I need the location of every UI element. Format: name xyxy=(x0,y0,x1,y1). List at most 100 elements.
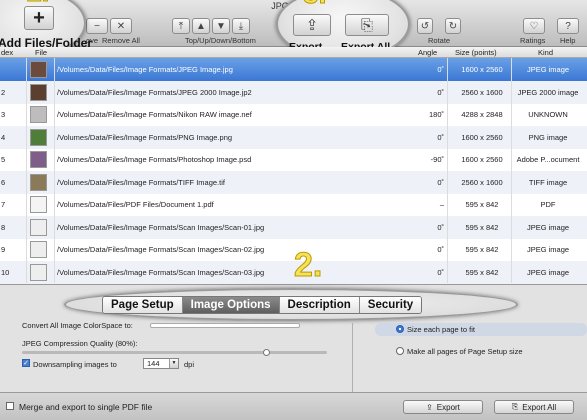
rotate-left-icon: ↺ xyxy=(420,20,430,32)
export-toolbar-button[interactable]: ⇪ xyxy=(293,14,331,36)
file-thumbnail xyxy=(30,173,47,191)
file-angle: 0˚ xyxy=(437,87,444,97)
move-down-button[interactable]: ▼ xyxy=(212,18,230,34)
file-size: 595 x 842 xyxy=(465,222,499,232)
header-kind[interactable]: Kind xyxy=(538,48,553,57)
callout-number-two: 2. xyxy=(293,246,323,284)
tab-description[interactable]: Description xyxy=(279,297,360,313)
file-kind: JPEG image xyxy=(526,65,570,74)
row-index: 8 xyxy=(1,222,6,232)
file-path: /Volumes/Data/Files/PDF Files/Document 1… xyxy=(57,200,214,209)
options-tabs: Page Setup Image Options Description Securi… xyxy=(102,296,423,314)
ratings-label: Ratings xyxy=(520,36,546,45)
file-angle: 0˚ xyxy=(437,177,444,187)
file-size: 4288 x 2848 xyxy=(461,110,503,119)
table-row[interactable]: 6/Volumes/Data/Files/Image Formats/TIFF … xyxy=(0,170,587,194)
heart-icon: ♡ xyxy=(529,20,539,32)
table-row[interactable]: 2/Volumes/Data/Files/Image Formats/JPEG … xyxy=(0,80,587,104)
file-size: 595 x 842 xyxy=(465,200,499,209)
move-top-button[interactable]: ⤒ xyxy=(172,18,190,34)
header-index[interactable]: dex xyxy=(1,48,13,57)
file-size: 595 x 842 xyxy=(465,245,499,254)
remove-all-icon: ✕ xyxy=(116,20,126,32)
column-divider xyxy=(54,58,55,283)
move-bottom-icon: ⤓ xyxy=(238,20,244,32)
row-index: 4 xyxy=(1,132,6,142)
file-thumbnail xyxy=(30,241,47,258)
merge-checkbox[interactable] xyxy=(6,402,14,410)
callout-number-one: 1. xyxy=(25,0,49,6)
header-size[interactable]: Size (points) xyxy=(455,48,497,57)
file-kind: TIFF image xyxy=(528,177,568,187)
jpeg-quality-slider-knob[interactable] xyxy=(263,349,270,356)
table-row[interactable]: 5/Volumes/Data/Files/Image Formats/Photo… xyxy=(0,148,587,171)
rotate-left-button[interactable]: ↺ xyxy=(417,18,433,34)
file-path: /Volumes/Data/Files/Image Formats/Scan I… xyxy=(57,245,265,254)
table-row[interactable]: 4/Volumes/Data/Files/Image Formats/PNG I… xyxy=(0,125,587,149)
header-angle[interactable]: Angle xyxy=(418,48,437,57)
rotate-right-button[interactable]: ↻ xyxy=(445,18,461,34)
header-file[interactable]: File xyxy=(35,48,47,57)
file-path: /Volumes/Data/Files/Image Formats/JPEG I… xyxy=(57,65,233,74)
file-thumbnail xyxy=(30,151,47,168)
remove-button[interactable]: − xyxy=(86,18,108,34)
table-row[interactable]: 7/Volumes/Data/Files/PDF Files/Document … xyxy=(0,193,587,216)
move-bottom-button[interactable]: ⤓ xyxy=(232,18,250,34)
export-all-icon: ⎘ xyxy=(511,402,519,411)
dpi-value: 144 xyxy=(147,359,160,368)
file-angle: 0˚ xyxy=(437,132,444,142)
size-fit-radio[interactable] xyxy=(396,325,404,333)
export-button-label: Export xyxy=(436,402,460,412)
ratings-button[interactable]: ♡ xyxy=(523,18,545,34)
file-path: /Volumes/Data/Files/Image Formats/Scan I… xyxy=(57,267,265,277)
page-setup-size-label: Make all pages of Page Setup size xyxy=(407,347,523,356)
table-row[interactable]: /Volumes/Data/Files/Image Formats/JPEG I… xyxy=(0,58,587,81)
export-icon: ⇪ xyxy=(426,402,433,412)
row-index: 7 xyxy=(1,200,6,209)
add-files-button[interactable]: + xyxy=(24,6,54,30)
help-icon: ? xyxy=(565,20,571,32)
help-label: Help xyxy=(560,36,576,45)
row-index: 6 xyxy=(1,177,6,187)
file-kind: UNKNOWN xyxy=(528,110,568,119)
file-thumbnail xyxy=(30,106,47,123)
tab-page-setup[interactable]: Page Setup xyxy=(103,297,183,313)
export-all-toolbar-button[interactable]: ⎘ xyxy=(345,14,389,36)
column-divider xyxy=(511,58,512,283)
file-path: /Volumes/Data/Files/Image Formats/Nikon … xyxy=(57,110,252,119)
jpeg-quality-slider-track[interactable] xyxy=(22,351,327,354)
colorspace-select[interactable] xyxy=(150,323,300,328)
tab-security[interactable]: Security xyxy=(359,297,422,313)
file-size: 1600 x 2560 xyxy=(461,132,503,142)
help-button[interactable]: ? xyxy=(557,18,579,34)
export-button[interactable]: ⇪ Export xyxy=(403,400,483,414)
file-angle: -90˚ xyxy=(430,155,444,164)
file-size: 1600 x 2560 xyxy=(461,155,503,164)
table-row[interactable]: 3/Volumes/Data/Files/Image Formats/Nikon… xyxy=(0,103,587,126)
file-path: /Volumes/Data/Files/Image Formats/Photos… xyxy=(57,155,252,164)
export-all-button-label: Export All xyxy=(522,402,557,412)
export-all-button[interactable]: ⎘ Export All xyxy=(494,400,574,414)
export-icon: ⇪ xyxy=(305,17,319,34)
dpi-select[interactable]: 144 ▼ xyxy=(143,358,179,369)
file-size: 2560 x 1600 xyxy=(461,177,503,187)
file-angle: 0˚ xyxy=(437,222,444,232)
downsampling-checkbox[interactable]: ✓ xyxy=(22,359,30,367)
options-panel: Page Setup Image Options Description Securi… xyxy=(0,284,587,393)
page-setup-size-radio[interactable] xyxy=(396,347,404,355)
remove-icon: − xyxy=(94,20,100,32)
remove-all-button[interactable]: ✕ xyxy=(110,18,132,34)
table-row[interactable]: 8/Volumes/Data/Files/Image Formats/Scan … xyxy=(0,215,587,239)
column-divider xyxy=(26,58,27,283)
chevron-down-icon: ▼ xyxy=(169,359,178,368)
move-up-button[interactable]: ▲ xyxy=(192,18,210,34)
file-angle: 0˚ xyxy=(437,65,444,74)
file-kind: PNG image xyxy=(528,132,568,142)
panel-divider xyxy=(352,323,353,393)
file-size: 2560 x 1600 xyxy=(461,87,503,97)
tab-image-options[interactable]: Image Options xyxy=(182,297,280,313)
dpi-unit-label: dpi xyxy=(184,360,195,369)
callout-number-three: 3. xyxy=(302,0,326,8)
footer-bar: Merge and export to single PDF file ⇪ Ex… xyxy=(0,392,587,420)
jpeg-quality-label: JPEG Compression Quality (80%): xyxy=(22,339,138,348)
